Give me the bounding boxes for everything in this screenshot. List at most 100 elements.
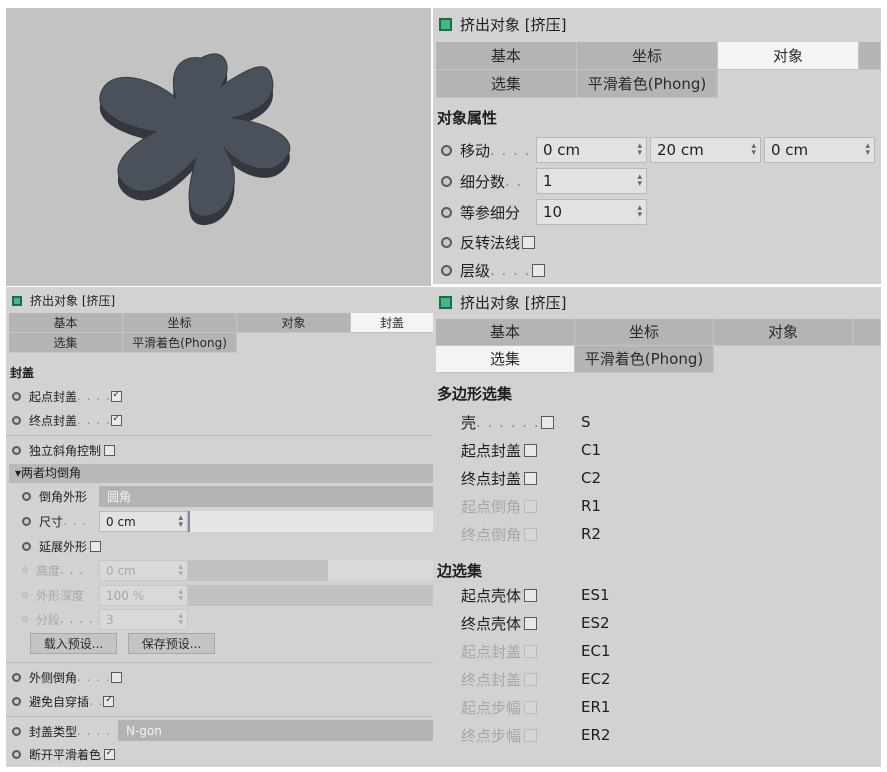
group-header-both-fillet[interactable]: ▾两者均倒角 [9, 464, 434, 483]
animate-dot-icon[interactable] [441, 206, 452, 218]
size-slider[interactable] [188, 511, 434, 532]
tab-selection[interactable]: 选集 [9, 333, 123, 353]
flip-normals-checkbox[interactable] [522, 235, 536, 249]
load-preset-button[interactable]: 载入预设... [30, 633, 117, 654]
start-cap-checkbox[interactable] [110, 390, 122, 402]
animate-dot-icon[interactable] [22, 516, 31, 526]
spinner-icon: ▴ ▾ [178, 610, 183, 628]
edge-end-step-row: 终点步幅 [461, 724, 538, 746]
section-caps: 封盖 [10, 366, 35, 380]
tab-coords[interactable]: 坐标 [577, 42, 718, 70]
poly-start-fillet-row: 起点倒角 [461, 495, 538, 517]
isoparm-label: 等参细分 [460, 203, 521, 222]
isoparm-row: 等参细分 [441, 200, 520, 224]
animate-dot-icon [22, 616, 28, 622]
subdiv-field[interactable]: 1 ▴ ▾ [536, 168, 647, 194]
tab-object[interactable]: 对象 [237, 313, 351, 333]
poly-start-cap-row: 起点封盖 [461, 439, 538, 461]
subdiv-row: 细分数 . . [441, 169, 522, 193]
isoparm-field[interactable]: 10 ▴ ▾ [536, 199, 647, 225]
move-x-field[interactable]: 0 cm ▴ ▾ [536, 137, 647, 163]
animate-dot-icon[interactable] [441, 236, 452, 248]
animate-dot-icon[interactable] [441, 144, 452, 156]
poly-end-cap-tag: C2 [581, 469, 602, 487]
extend-shape-checkbox[interactable] [90, 540, 102, 552]
hierarchy-row: 层级 . . . . [441, 258, 546, 282]
spinner-icon[interactable]: ▴ ▾ [865, 142, 870, 158]
hierarchy-label: 层级 [460, 261, 491, 280]
panel-title: 挤出对象 [挤压] [12, 292, 115, 309]
spinner-icon: ▴ ▾ [178, 586, 183, 604]
label-dots: . . [505, 172, 523, 190]
edge-start-step-row: 起点步幅 [461, 696, 538, 718]
poly-start-cap-checkbox[interactable] [524, 443, 538, 457]
spinner-icon[interactable]: ▴ ▾ [751, 142, 756, 158]
animate-dot-icon[interactable] [12, 696, 21, 706]
poly-shell-checkbox[interactable] [541, 415, 555, 429]
edge-start-shell-checkbox[interactable] [524, 588, 538, 602]
animate-dot-icon[interactable] [12, 415, 21, 425]
spinner-icon[interactable]: ▴ ▾ [637, 204, 642, 220]
panel-title: 挤出对象 [挤压] [439, 292, 566, 313]
tab-object[interactable]: 对象 [714, 319, 853, 346]
fillet-shape-row: 倒角外形 [22, 487, 87, 505]
tab-coords[interactable]: 坐标 [575, 319, 714, 346]
edge-end-cap-tag: EC2 [581, 670, 611, 688]
move-z-field[interactable]: 0 cm ▴ ▾ [764, 137, 875, 163]
size-field[interactable]: 0 cm ▴ ▾ [99, 511, 188, 532]
tab-filler [853, 319, 881, 346]
poly-end-cap-checkbox[interactable] [524, 471, 538, 485]
divider [6, 435, 434, 436]
animate-dot-icon[interactable] [12, 391, 21, 401]
spinner-icon[interactable]: ▴ ▾ [178, 513, 183, 529]
animate-dot-icon[interactable] [12, 672, 21, 682]
animate-dot-icon[interactable] [12, 726, 21, 736]
tab-phong[interactable]: 平滑着色(Phong) [577, 70, 718, 98]
outer-fillet-checkbox[interactable] [110, 671, 122, 683]
tab-coords[interactable]: 坐标 [123, 313, 237, 333]
poly-end-fillet-checkbox [524, 527, 538, 541]
panel-title: 挤出对象 [挤压] [439, 14, 566, 35]
cap-type-row: 封盖类型 . . . . [12, 722, 111, 740]
tab-basic[interactable]: 基本 [436, 319, 575, 346]
animate-dot-icon[interactable] [12, 445, 21, 455]
animate-dot-icon[interactable] [12, 749, 21, 759]
fillet-shape-dropdown[interactable]: 圆角 [99, 486, 434, 507]
animate-dot-icon[interactable] [441, 175, 452, 187]
spinner-icon[interactable]: ▴ ▾ [637, 173, 642, 189]
animate-dot-icon[interactable] [22, 491, 31, 501]
segments-row: 分段 . . . . [22, 610, 94, 628]
tab-phong[interactable]: 平滑着色(Phong) [575, 346, 714, 373]
break-phong-checkbox[interactable] [104, 748, 116, 760]
edge-end-shell-checkbox[interactable] [524, 616, 538, 630]
section-polygon-selection: 多边形选集 [437, 385, 513, 403]
3d-viewport[interactable] [6, 8, 431, 286]
poly-end-cap-row: 终点封盖 [461, 467, 538, 489]
tab-selection[interactable]: 选集 [436, 346, 575, 373]
section-object-properties: 对象属性 [437, 109, 498, 127]
attributes-panel-selection: 挤出对象 [挤压] 基本 坐标 对象 选集 平滑着色(Phong) 多边形选集 … [433, 287, 881, 767]
tab-selection[interactable]: 选集 [436, 70, 577, 98]
tab-phong[interactable]: 平滑着色(Phong) [123, 333, 237, 353]
save-preset-button[interactable]: 保存预设... [128, 633, 215, 654]
independent-fillet-checkbox[interactable] [104, 444, 116, 456]
tab-caps[interactable]: 封盖 [351, 313, 434, 333]
move-row: 移动 . . . . [441, 138, 530, 162]
animate-dot-icon[interactable] [441, 264, 452, 276]
hierarchy-checkbox[interactable] [532, 263, 546, 277]
cap-type-dropdown[interactable]: N-gon [118, 720, 434, 741]
move-y-field[interactable]: 20 cm ▴ ▾ [650, 137, 761, 163]
avoid-self-intersection-checkbox[interactable] [103, 695, 115, 707]
shape-depth-slider [188, 585, 434, 606]
tab-basic[interactable]: 基本 [9, 313, 123, 333]
tab-object[interactable]: 对象 [718, 42, 859, 70]
edge-end-shell-row: 终点壳体 [461, 612, 538, 634]
tab-basic[interactable]: 基本 [436, 42, 577, 70]
poly-end-fillet-row: 终点倒角 [461, 523, 538, 545]
edge-start-step-checkbox [524, 700, 538, 714]
spinner-icon[interactable]: ▴ ▾ [637, 142, 642, 158]
extrude-cube-icon [12, 295, 22, 306]
edge-end-cap-row: 终点封盖 [461, 668, 538, 690]
animate-dot-icon[interactable] [22, 541, 31, 551]
end-cap-checkbox[interactable] [110, 414, 122, 426]
